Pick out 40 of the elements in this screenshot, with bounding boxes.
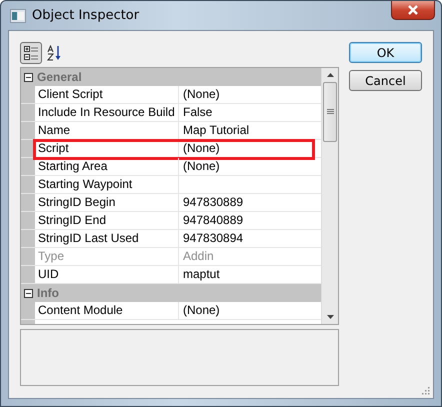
scroll-up-icon[interactable] <box>326 73 334 77</box>
property-value[interactable]: (None) <box>183 87 220 101</box>
property-value[interactable]: (None) <box>183 141 220 155</box>
grip-icon <box>326 109 334 115</box>
window-title: Object Inspector <box>32 8 140 23</box>
scroll-down-icon[interactable] <box>326 315 334 319</box>
category-label: Info <box>36 285 59 302</box>
category-label: General <box>36 69 82 86</box>
scrollbar-thumb[interactable] <box>323 82 337 142</box>
property-value[interactable]: (None) <box>183 159 220 173</box>
property-name[interactable]: Starting Waypoint <box>35 176 179 193</box>
property-value[interactable]: 947840889 <box>183 213 244 227</box>
cancel-button[interactable]: Cancel <box>349 70 422 91</box>
categorized-list-icon <box>23 45 39 61</box>
property-value[interactable]: 947830894 <box>183 231 244 245</box>
property-name[interactable]: Content Module <box>35 302 179 319</box>
property-name[interactable]: Include In Resource Build <box>35 104 179 121</box>
property-name[interactable]: UID <box>35 266 179 283</box>
ok-button[interactable]: OK <box>349 42 422 63</box>
property-value[interactable]: (None) <box>183 303 220 317</box>
collapse-icon[interactable] <box>24 72 32 82</box>
sort-a-z-icon <box>47 45 63 61</box>
property-name[interactable]: StringID End <box>35 212 179 229</box>
property-value[interactable]: False <box>183 105 212 119</box>
property-name[interactable]: StringID Last Used <box>35 230 179 247</box>
property-name[interactable]: StringID Begin <box>35 194 179 211</box>
property-value[interactable]: Map Tutorial <box>183 123 250 137</box>
property-name[interactable]: Client Script <box>35 86 179 103</box>
collapse-icon[interactable] <box>24 288 32 298</box>
window-icon <box>10 8 26 22</box>
close-button[interactable] <box>391 1 435 20</box>
property-name[interactable]: Script <box>35 140 179 157</box>
categorized-view-button[interactable] <box>20 42 42 64</box>
resize-grip-icon[interactable] <box>422 387 430 395</box>
property-name[interactable]: Name <box>35 122 179 139</box>
scrollbar[interactable] <box>321 68 338 324</box>
property-value[interactable]: maptut <box>183 267 220 281</box>
property-name[interactable]: Starting Area <box>35 158 179 175</box>
property-value[interactable]: 947830889 <box>183 195 244 209</box>
close-icon <box>407 5 419 15</box>
